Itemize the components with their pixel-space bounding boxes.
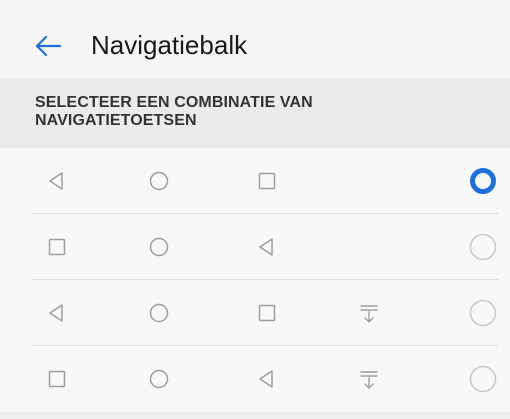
nav-key-option-list [0,148,510,419]
bottom-divider [0,412,510,419]
back-triangle-icon [49,172,63,190]
notification-pull-icon [360,371,378,389]
nav-option-row[interactable] [0,214,510,280]
home-circle-icon [149,369,169,389]
recents-square-icon [258,172,276,190]
nav-option-row[interactable] [0,148,510,214]
home-circle-icon [149,303,169,323]
radio-unselected[interactable] [469,233,497,261]
home-circle-icon [149,171,169,191]
radio-unselected[interactable] [469,365,497,393]
home-circle-icon [149,237,169,257]
back-triangle-icon [49,304,63,322]
recents-square-icon [258,304,276,322]
nav-option-row[interactable] [0,280,510,346]
page-title: Navigatiebalk [91,30,248,60]
notification-pull-icon [360,305,378,323]
recents-square-icon [48,370,66,388]
arrow-left-icon[interactable] [32,30,64,62]
back-triangle-icon [259,370,273,388]
nav-option-row[interactable] [0,346,510,412]
radio-unselected[interactable] [469,299,497,327]
title-bar: Navigatiebalk [0,0,510,78]
radio-selected[interactable] [469,167,497,195]
back-triangle-icon [259,238,273,256]
recents-square-icon [48,238,66,256]
section-header-label: SELECTEER EEN COMBINATIE VAN NAVIGATIETO… [35,94,313,129]
